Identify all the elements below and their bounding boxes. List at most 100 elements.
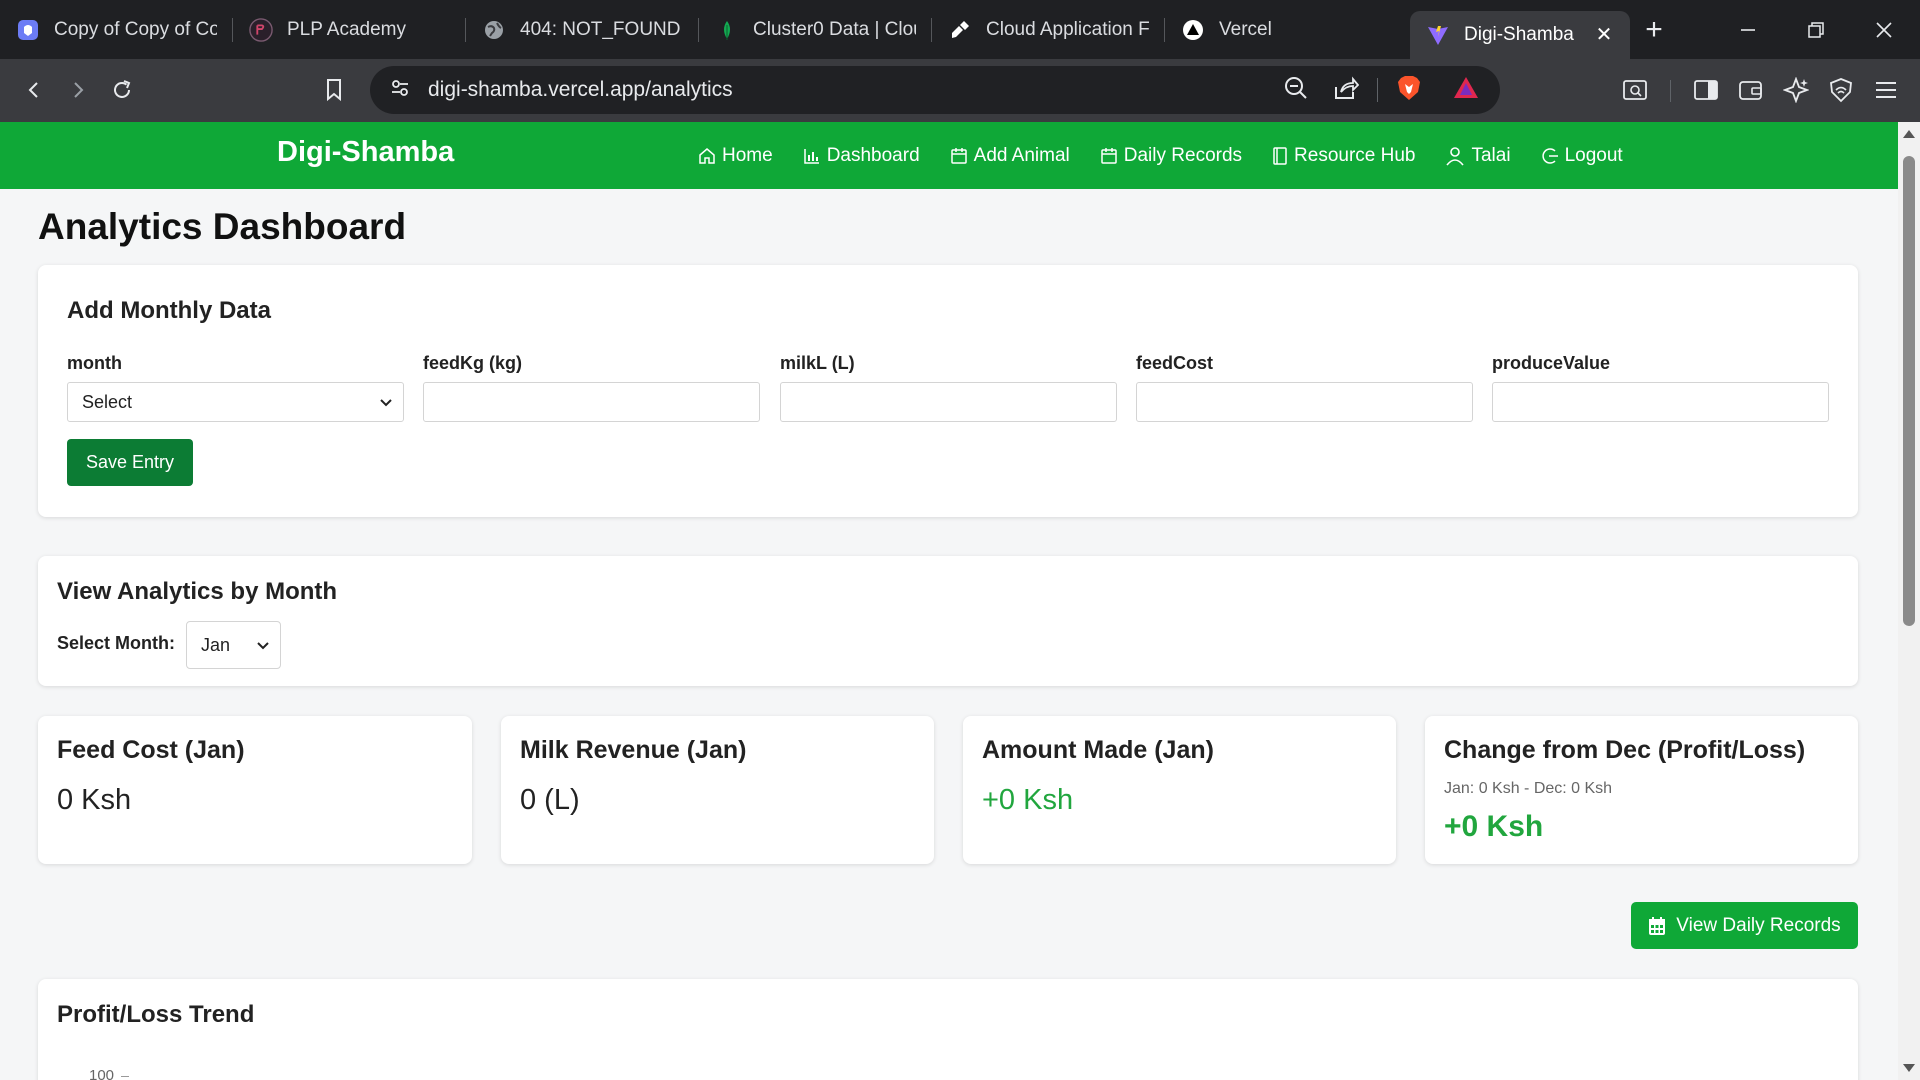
add-monthly-data-card: Add Monthly Data month Select feedKg (kg… — [38, 265, 1858, 517]
nav-dashboard[interactable]: Dashboard — [803, 145, 920, 167]
stat-value: +0 Ksh — [1444, 810, 1544, 843]
browser-tab[interactable]: PLP Academy — [233, 0, 466, 59]
brave-shields-icon[interactable] — [1396, 74, 1422, 107]
bookmark-icon[interactable] — [312, 68, 356, 112]
leo-ai-icon[interactable] — [1774, 68, 1818, 112]
view-daily-records-label: View Daily Records — [1676, 914, 1841, 936]
address-bar[interactable]: digi-shamba.vercel.app/analytics — [370, 66, 1500, 114]
scrollbar-thumb[interactable] — [1903, 156, 1915, 626]
browser-tab[interactable]: Vercel — [1165, 0, 1398, 59]
brand-logo[interactable]: Digi-Shamba — [277, 136, 454, 169]
zoom-out-icon[interactable] — [1283, 75, 1309, 106]
y-axis-tick-label: 100 — [89, 1067, 115, 1080]
globe-icon — [482, 18, 506, 42]
close-window-icon[interactable] — [1850, 0, 1918, 59]
y-axis-tick — [121, 1076, 129, 1077]
month-view-select[interactable]: Jan — [186, 621, 281, 669]
sidebar-icon[interactable] — [1684, 68, 1728, 112]
stat-title: Milk Revenue (Jan) — [520, 736, 747, 764]
page-scrollbar[interactable] — [1898, 122, 1920, 1080]
browser-tab[interactable]: Cluster0 Data | Clou — [699, 0, 932, 59]
browser-tab[interactable]: Cloud Application F — [932, 0, 1165, 59]
nav-daily-records[interactable]: Daily Records — [1100, 145, 1242, 167]
nav-daily-records-label: Daily Records — [1123, 144, 1243, 166]
nav-add-animal-label: Add Animal — [973, 144, 1070, 166]
month-select[interactable]: Select — [67, 382, 404, 422]
milkl-label: milkL (L) — [780, 353, 855, 373]
nav-links: Home Dashboard Add Animal Daily Records … — [698, 122, 1653, 189]
nav-profile[interactable]: Talai — [1445, 144, 1511, 167]
nav-profile-label: Talai — [1471, 144, 1511, 166]
tab-title: PLP Academy — [287, 18, 407, 40]
feedkg-label: feedKg (kg) — [423, 353, 522, 373]
tab-title: Cluster0 Data | Clou — [753, 18, 916, 40]
feed-cost-card: Feed Cost (Jan) 0 Ksh — [38, 716, 472, 864]
vite-icon — [1426, 23, 1450, 47]
reload-icon[interactable] — [100, 68, 144, 112]
top-navbar: Digi-Shamba Home Dashboard Add Animal Da… — [0, 122, 1898, 189]
scroll-up-arrow[interactable] — [1903, 130, 1915, 138]
change-card: Change from Dec (Profit/Loss) Jan: 0 Ksh… — [1425, 716, 1858, 864]
menu-icon[interactable] — [1864, 68, 1908, 112]
scroll-down-arrow[interactable] — [1903, 1064, 1915, 1072]
stat-value: +0 Ksh — [982, 784, 1074, 816]
browser-tab[interactable]: Copy of Copy of Co — [0, 0, 233, 59]
nav-resource-hub[interactable]: Resource Hub — [1272, 145, 1415, 167]
mongodb-leaf-icon — [715, 18, 739, 42]
share-icon[interactable] — [1333, 75, 1360, 106]
nav-logout-label: Logout — [1564, 144, 1623, 166]
page-title: Analytics Dashboard — [38, 206, 407, 247]
month-view-value: Jan — [201, 634, 231, 655]
milkl-input[interactable] — [780, 382, 1117, 422]
brave-rewards-icon[interactable] — [1452, 75, 1480, 106]
page-viewport: Digi-Shamba Home Dashboard Add Animal Da… — [0, 122, 1898, 1080]
milk-revenue-card: Milk Revenue (Jan) 0 (L) — [501, 716, 934, 864]
nav-dashboard-label: Dashboard — [826, 144, 920, 166]
book-icon — [1273, 146, 1287, 165]
nav-resource-hub-label: Resource Hub — [1294, 144, 1416, 166]
nav-home[interactable]: Home — [698, 145, 773, 167]
producevalue-input[interactable] — [1492, 382, 1829, 422]
calendar-icon — [1649, 916, 1666, 935]
browser-tab-active[interactable]: Digi-Shamba ✕ — [1410, 11, 1630, 59]
calendar-icon — [950, 147, 967, 164]
amount-made-card: Amount Made (Jan) +0 Ksh — [963, 716, 1396, 864]
bar-chart-icon — [803, 148, 819, 164]
back-icon[interactable] — [12, 68, 56, 112]
nav-home-label: Home — [722, 144, 773, 166]
view-daily-records-button[interactable]: View Daily Records — [1631, 902, 1858, 949]
feedcost-input[interactable] — [1136, 382, 1473, 422]
forward-icon[interactable] — [56, 68, 100, 112]
view-analytics-card: View Analytics by Month Select Month: Ja… — [38, 556, 1858, 686]
stat-title: Change from Dec (Profit/Loss) — [1444, 736, 1806, 764]
card-heading: View Analytics by Month — [57, 578, 338, 605]
site-settings-icon[interactable] — [390, 78, 410, 103]
nav-add-animal[interactable]: Add Animal — [950, 145, 1070, 167]
tab-title: Vercel — [1219, 18, 1272, 40]
minimize-icon[interactable] — [1714, 0, 1782, 59]
browser-tab[interactable]: 404: NOT_FOUND — [466, 0, 699, 59]
restore-icon[interactable] — [1782, 0, 1850, 59]
select-month-label: Select Month: — [57, 633, 176, 653]
feedkg-input[interactable] — [423, 382, 760, 422]
wallet-icon[interactable] — [1729, 68, 1773, 112]
card-heading: Profit/Loss Trend — [57, 1001, 255, 1028]
chevron-down-icon — [257, 642, 269, 650]
month-select-value: Select — [82, 391, 133, 412]
nav-logout[interactable]: Logout — [1541, 145, 1623, 167]
close-tab-icon[interactable]: ✕ — [1594, 25, 1614, 45]
card-heading: Add Monthly Data — [67, 297, 271, 324]
browser-tab-strip: Copy of Copy of Co PLP Academy 404: NOT_… — [0, 0, 1920, 59]
profit-loss-trend-card: Profit/Loss Trend 100 — [38, 979, 1858, 1080]
url-text[interactable]: digi-shamba.vercel.app/analytics — [428, 78, 733, 102]
vercel-triangle-icon — [1181, 18, 1205, 42]
reader-mode-icon[interactable] — [1613, 68, 1657, 112]
tab-title: Copy of Copy of Co — [54, 18, 217, 40]
new-tab-button[interactable]: + — [1630, 13, 1678, 47]
browser-toolbar: digi-shamba.vercel.app/analytics — [0, 59, 1920, 122]
plp-icon — [249, 17, 273, 42]
save-entry-button[interactable]: Save Entry — [67, 439, 193, 486]
vpn-icon[interactable] — [1819, 68, 1863, 112]
calendar-icon — [1101, 147, 1117, 164]
stat-detail: Jan: 0 Ksh - Dec: 0 Ksh — [1444, 780, 1613, 797]
